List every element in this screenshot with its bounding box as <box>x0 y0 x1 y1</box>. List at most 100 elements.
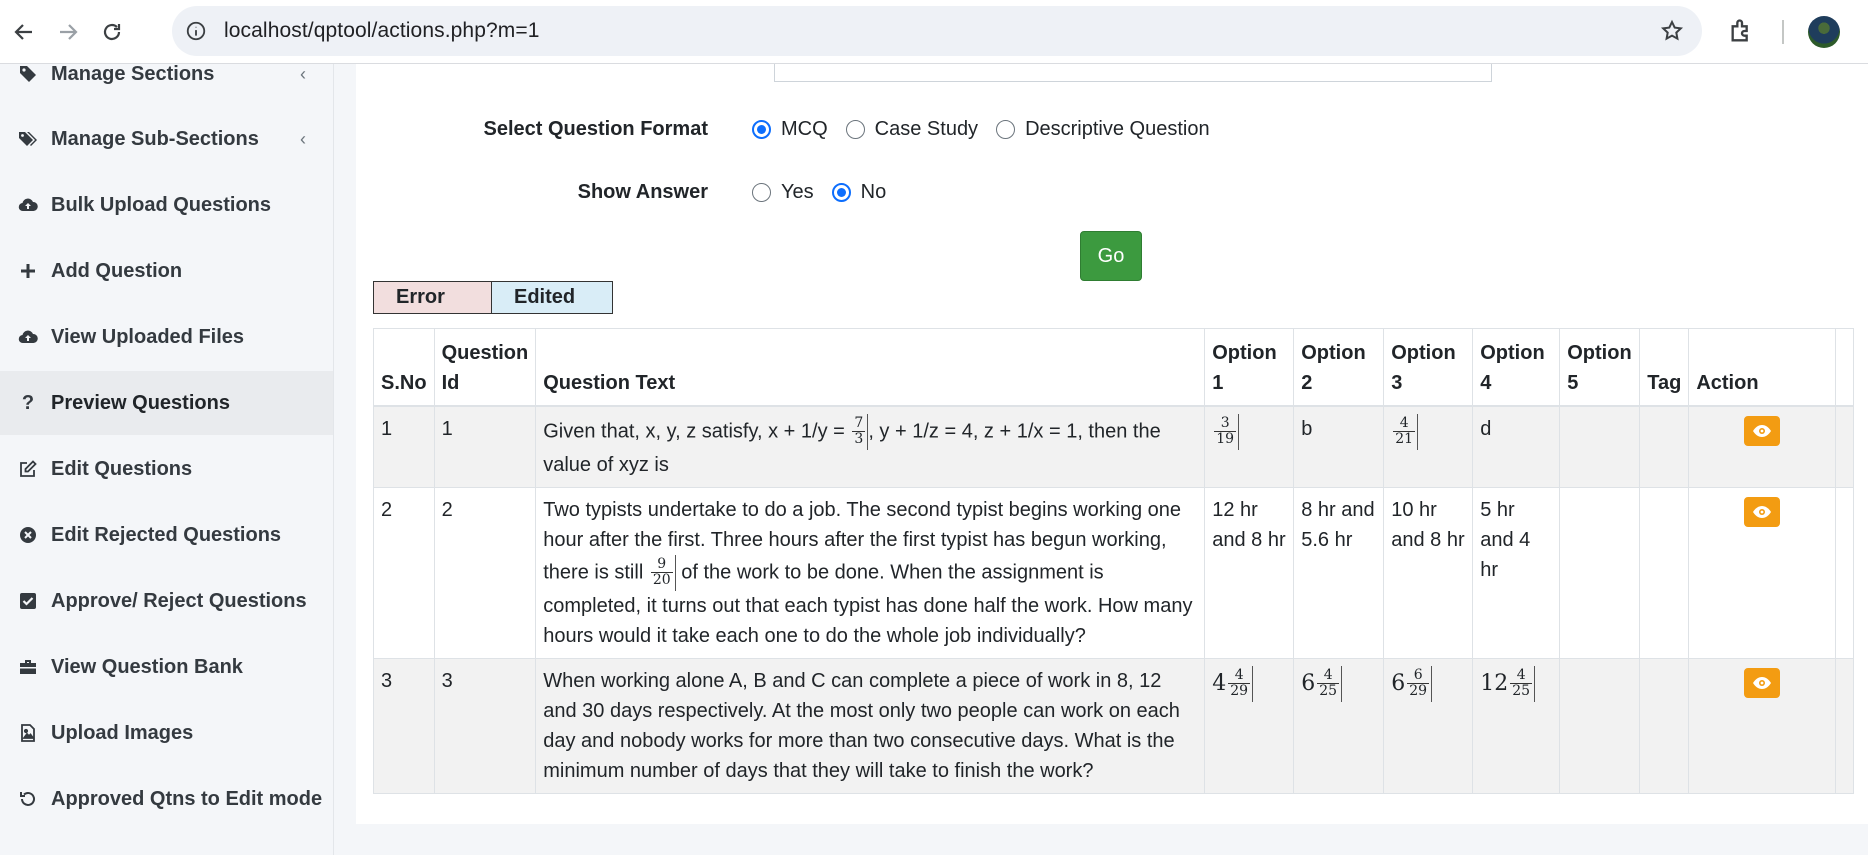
show-answer-label: Show Answer <box>577 181 708 203</box>
chevron-left-icon: ‹ <box>300 128 306 149</box>
table-row: 2 2 Two typists undertake to do a job. T… <box>373 486 1855 659</box>
radio-yes[interactable] <box>752 183 771 202</box>
cell-option-4: d <box>1472 405 1561 488</box>
cell-tag <box>1639 657 1690 794</box>
site-info-icon[interactable] <box>184 19 208 43</box>
cell-sno: 1 <box>373 405 435 488</box>
sidebar-item-label: Bulk Upload Questions <box>51 193 272 216</box>
times-circle-icon <box>16 523 40 547</box>
cell-option-1: 3 19 <box>1204 405 1295 488</box>
header-sno: S.No <box>373 328 435 407</box>
sidebar-item-approved-to-edit[interactable]: Approved Qtns to Edit mode <box>0 767 333 831</box>
sidebar-item-view-question-bank[interactable]: View Question Bank <box>0 635 333 699</box>
go-button[interactable]: Go <box>1080 231 1142 281</box>
radio-label: Yes <box>781 181 814 203</box>
radio-mcq[interactable] <box>752 120 771 139</box>
header-question-text: Question Text <box>535 328 1206 407</box>
view-button[interactable] <box>1744 496 1781 527</box>
cell-option-2: b <box>1293 405 1385 488</box>
view-button[interactable] <box>1744 667 1781 698</box>
profile-avatar[interactable] <box>1808 16 1840 48</box>
cell-spacer <box>1835 486 1855 659</box>
extensions-icon[interactable] <box>1728 17 1756 45</box>
table-header-row: S.No Question Id Question Text Option 1 Op… <box>373 328 1855 407</box>
table-row: 3 3 When working alone A, B and C can co… <box>373 657 1855 794</box>
cell-option-3: 4 21 <box>1383 405 1474 488</box>
questions-table: S.No Question Id Question Text Option 1 Op… <box>373 328 1855 794</box>
cell-option-3: 10 hr and 8 hr <box>1383 486 1474 659</box>
cell-question-text: Given that, x, y, z satisfy, x + 1/y = 7… <box>535 405 1206 488</box>
eye-icon <box>1753 424 1772 437</box>
eye-icon <box>1753 676 1772 689</box>
radio-descriptive[interactable] <box>996 120 1016 139</box>
cell-question-text: When working alone A, B and C can comple… <box>535 657 1206 794</box>
cell-sno: 3 <box>373 657 435 794</box>
answer-option-no[interactable]: No <box>831 181 887 204</box>
bookmark-star-icon[interactable] <box>1660 19 1684 43</box>
question-format-label: Select Question Format <box>483 118 709 140</box>
header-option-1: Option 1 <box>1204 328 1295 407</box>
cell-question-id: 3 <box>433 657 537 794</box>
answer-option-yes[interactable]: Yes <box>752 181 814 204</box>
format-option-descriptive[interactable]: Descriptive Question <box>996 118 1210 141</box>
status-legend: Error Edited <box>373 281 613 314</box>
legend-error: Error <box>374 282 492 313</box>
cell-option-2: 6 4 25 <box>1293 657 1385 794</box>
sidebar-item-upload-images[interactable]: Upload Images <box>0 701 333 765</box>
question-icon: ? <box>21 391 35 414</box>
address-bar[interactable]: localhost/qptool/actions.php?m=1 <box>172 6 1702 56</box>
browser-toolbar: localhost/qptool/actions.php?m=1 <box>0 0 1868 64</box>
radio-case-study[interactable] <box>845 120 865 139</box>
cell-option-4: 12 4 25 <box>1472 657 1561 794</box>
sidebar-item-approve-reject[interactable]: Approve/ Reject Questions <box>0 569 333 633</box>
radio-label: No <box>860 181 887 203</box>
radio-label: Descriptive Question <box>1025 118 1210 140</box>
top-input-field[interactable] <box>774 64 1492 82</box>
sidebar-item-manage-sub-sections[interactable]: Manage Sub-Sections ‹ <box>0 107 333 171</box>
cell-option-1: 4 4 29 <box>1204 657 1295 794</box>
url-text[interactable]: localhost/qptool/actions.php?m=1 <box>224 19 540 43</box>
header-option-2: Option 2 <box>1293 328 1385 407</box>
back-icon[interactable] <box>2 10 46 54</box>
sidebar-item-add-question[interactable]: Add Question <box>0 239 333 303</box>
radio-label: MCQ <box>781 118 828 140</box>
eye-icon <box>1753 505 1772 518</box>
tags-icon <box>16 127 40 151</box>
briefcase-icon <box>16 655 40 679</box>
sidebar-item-edit-questions[interactable]: Edit Questions <box>0 437 333 501</box>
header-action: Action <box>1688 328 1837 407</box>
fraction: 9 20 <box>650 556 673 588</box>
sidebar-item-label: Add Question <box>51 259 183 282</box>
cell-option-2: 8 hr and 5.6 hr <box>1293 486 1385 659</box>
radio-label: Case Study <box>874 118 979 140</box>
header-tag: Tag <box>1639 328 1690 407</box>
edit-icon <box>16 457 40 481</box>
sidebar-item-view-uploaded-files[interactable]: View Uploaded Files <box>0 305 333 369</box>
forward-icon[interactable] <box>46 10 90 54</box>
sidebar-item-edit-rejected-questions[interactable]: Edit Rejected Questions <box>0 503 333 567</box>
cell-option-5 <box>1559 486 1641 659</box>
reload-icon[interactable] <box>90 10 134 54</box>
sidebar-item-label: Preview Questions <box>51 391 230 414</box>
cell-sno: 2 <box>373 486 435 659</box>
sidebar-item-manage-sections[interactable]: Manage Sections ‹ <box>0 64 333 106</box>
cell-action <box>1688 486 1837 659</box>
format-option-mcq[interactable]: MCQ <box>752 118 828 141</box>
format-option-case-study[interactable]: Case Study <box>845 118 979 141</box>
sidebar-item-label: Approved Qtns to Edit mode <box>51 787 323 810</box>
sidebar-item-preview-questions[interactable]: ? Preview Questions <box>0 371 333 435</box>
view-button[interactable] <box>1744 415 1781 446</box>
table-row: 1 1 Given that, x, y, z satisfy, x + 1/y… <box>373 405 1855 488</box>
radio-no[interactable] <box>831 183 851 202</box>
sidebar-item-label: View Question Bank <box>51 655 243 678</box>
toolbar-divider <box>1782 20 1784 44</box>
check-square-icon <box>16 589 40 613</box>
sidebar-item-bulk-upload[interactable]: Bulk Upload Questions <box>0 173 333 237</box>
cell-option-5 <box>1559 657 1641 794</box>
cell-option-4: 5 hr and 4 hr <box>1472 486 1561 659</box>
header-spacer <box>1835 328 1855 407</box>
sidebar-item-label: Edit Questions <box>51 457 193 480</box>
cloud-upload-icon <box>16 193 40 217</box>
fraction: 73 <box>852 415 866 447</box>
sidebar-item-label: Edit Rejected Questions <box>51 523 282 546</box>
